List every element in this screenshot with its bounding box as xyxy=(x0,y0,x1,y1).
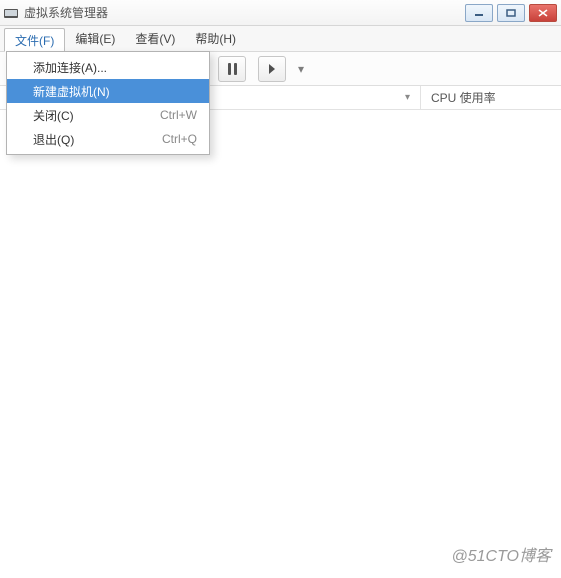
sort-indicator-icon: ▾ xyxy=(405,92,410,103)
column-header-cpu-label: CPU 使用率 xyxy=(431,89,496,106)
menu-item-accel: Ctrl+W xyxy=(142,108,197,122)
menu-item-quit[interactable]: 退出(Q) Ctrl+Q xyxy=(7,127,209,151)
file-menu-dropdown: 添加连接(A)... 新建虚拟机(N) 关闭(C) Ctrl+W 退出(Q) C… xyxy=(6,51,210,155)
menu-item-add-connection[interactable]: 添加连接(A)... xyxy=(7,55,209,79)
toolbar-button-play[interactable] xyxy=(258,56,286,82)
menu-bar: 文件(F) 编辑(E) 查看(V) 帮助(H) xyxy=(0,26,561,52)
menu-help[interactable]: 帮助(H) xyxy=(185,26,246,51)
menu-view[interactable]: 查看(V) xyxy=(125,26,185,51)
menu-file[interactable]: 文件(F) xyxy=(4,28,65,52)
menu-item-label: 关闭(C) xyxy=(33,107,142,124)
toolbar-dropdown-caret-icon[interactable]: ▾ xyxy=(298,62,304,76)
column-header-cpu[interactable]: CPU 使用率 xyxy=(421,86,561,109)
title-bar: 虚拟系统管理器 xyxy=(0,0,561,26)
minimize-button[interactable] xyxy=(465,4,493,22)
menu-item-label: 添加连接(A)... xyxy=(33,59,179,76)
menu-edit[interactable]: 编辑(E) xyxy=(65,26,125,51)
menu-item-label: 退出(Q) xyxy=(33,131,144,148)
window-controls xyxy=(465,4,557,22)
menu-item-new-vm[interactable]: 新建虚拟机(N) xyxy=(7,79,209,103)
toolbar-button-pause[interactable] xyxy=(218,56,246,82)
app-icon xyxy=(4,6,20,20)
window-title: 虚拟系统管理器 xyxy=(24,4,465,21)
menu-item-label: 新建虚拟机(N) xyxy=(33,83,179,100)
vm-list-area xyxy=(0,110,561,578)
watermark: @51CTO博客 xyxy=(451,542,551,566)
close-button[interactable] xyxy=(529,4,557,22)
menu-item-accel: Ctrl+Q xyxy=(144,132,197,146)
maximize-button[interactable] xyxy=(497,4,525,22)
menu-item-close[interactable]: 关闭(C) Ctrl+W xyxy=(7,103,209,127)
